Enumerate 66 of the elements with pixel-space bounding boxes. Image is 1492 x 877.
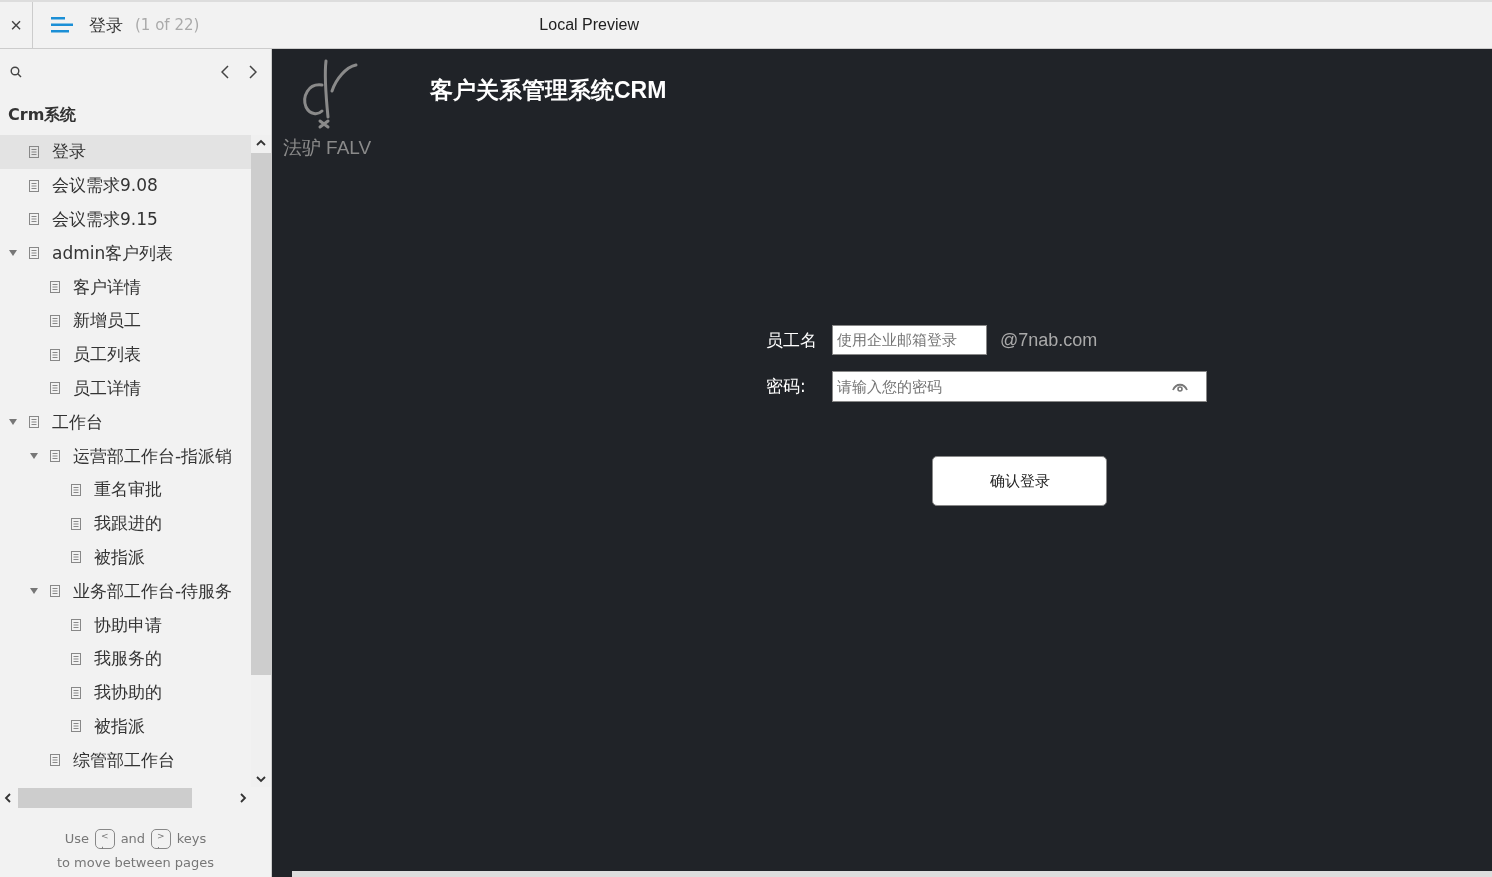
page-tree-item[interactable]: 我服务的 <box>0 641 251 676</box>
page-icon <box>29 416 39 429</box>
hint-text: and <box>120 830 146 848</box>
scroll-right-icon[interactable] <box>239 793 247 803</box>
page-icon <box>71 686 81 699</box>
page-icon <box>50 754 60 767</box>
page-tree-item[interactable]: 新增员工 <box>0 304 251 338</box>
search-icon[interactable] <box>10 66 22 78</box>
username-label: 员工名 <box>766 328 818 352</box>
page-icon <box>50 281 60 294</box>
scroll-left-icon[interactable] <box>4 793 12 803</box>
page-icon <box>71 619 81 632</box>
page-tree-item[interactable]: admin客户列表 <box>0 236 251 271</box>
page-tree-item[interactable]: 会议需求9.08 <box>0 168 251 203</box>
menu-icon[interactable] <box>51 17 73 33</box>
page-tree-item[interactable]: 被指派 <box>0 709 251 744</box>
page-icon <box>71 551 81 564</box>
page-icon <box>71 720 81 733</box>
page-tree-item[interactable]: 被指派 <box>0 540 251 575</box>
hint-text: Use <box>64 830 90 848</box>
password-label: 密码: <box>766 375 807 398</box>
page-icon <box>29 213 39 226</box>
preview-title: Local Preview <box>539 16 639 34</box>
hint-text: keys <box>176 830 207 848</box>
page-icon <box>71 483 81 496</box>
scroll-down-icon[interactable] <box>256 775 266 783</box>
page-tree-item[interactable]: 工作台 <box>0 405 251 440</box>
page-tree-item[interactable]: 员工详情 <box>0 371 251 406</box>
page-icon <box>50 348 60 361</box>
page-icon <box>29 179 39 192</box>
page-icon <box>50 450 60 463</box>
page-icon <box>29 145 39 158</box>
page-tree-item[interactable]: 员工列表 <box>0 337 251 372</box>
logo-text: 法驴 FALV <box>282 136 372 160</box>
password-field[interactable]: 请输入您的密码 <box>832 371 1207 402</box>
page-icon <box>50 382 60 395</box>
email-domain: @7nab.com <box>1000 329 1098 351</box>
page-title: 登录 <box>89 13 123 37</box>
previous-page-icon[interactable] <box>221 65 229 79</box>
page-tree-item[interactable]: 登录 <box>0 135 251 169</box>
keyboard-key: < , <box>95 829 115 849</box>
project-name: Crm系统 <box>7 104 78 126</box>
page-tree-item[interactable]: 协助申请 <box>0 608 251 642</box>
page-icon <box>29 247 39 260</box>
page-icon <box>50 585 60 598</box>
page-tree-item[interactable]: 会议需求9.15 <box>0 202 251 237</box>
page-tree-item[interactable]: 客户详情 <box>0 270 251 304</box>
close-button[interactable]: × <box>0 2 33 48</box>
page-tree-item[interactable]: 综管部工作台 <box>0 743 251 778</box>
username-field[interactable]: 使用企业邮箱登录 <box>832 325 987 355</box>
next-page-icon[interactable] <box>249 65 257 79</box>
hint-text: to move between pages <box>55 854 216 872</box>
page-icon <box>71 652 81 665</box>
page-tree-item[interactable]: 我跟进的 <box>0 506 251 541</box>
page-icon <box>71 517 81 530</box>
scroll-up-icon[interactable] <box>256 139 266 147</box>
page-tree-item[interactable]: 运营部工作台-指派销 <box>0 439 251 473</box>
login-button[interactable]: 确认登录 <box>932 456 1107 506</box>
app-title: 客户关系管理系统CRM <box>430 76 667 105</box>
eye-icon[interactable] <box>1171 381 1189 393</box>
page-tree-item[interactable]: 业务部工作台-待服务 <box>0 574 251 609</box>
page-icon <box>50 314 60 327</box>
page-tree-item[interactable]: 我协助的 <box>0 675 251 710</box>
keyboard-key: > . <box>151 829 171 849</box>
page-count: (1 of 22) <box>135 16 200 34</box>
page-tree-item[interactable]: 重名审批 <box>0 472 251 507</box>
